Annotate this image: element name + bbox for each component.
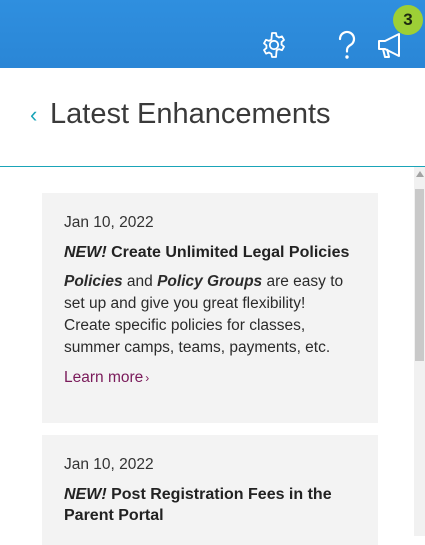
learn-more-link[interactable]: Learn more › <box>64 369 149 387</box>
notification-badge[interactable]: 3 <box>393 5 423 35</box>
entry-heading: NEW! Create Unlimited Legal Policies <box>64 242 356 263</box>
scroll-up-arrow-icon[interactable] <box>416 171 424 177</box>
top-bar: 3 <box>0 0 425 68</box>
back-chevron-icon[interactable]: ‹ <box>30 104 37 126</box>
body-text: and <box>122 273 158 290</box>
chevron-right-icon: › <box>145 371 150 385</box>
entry-body: Policies and Policy Groups are easy to s… <box>64 271 356 359</box>
entry-title: Create Unlimited Legal Policies <box>111 244 350 261</box>
enhancement-card: Jan 10, 2022 NEW! Post Registration Fees… <box>42 435 378 545</box>
new-tag: NEW! <box>64 244 107 261</box>
scrollbar[interactable] <box>414 167 425 536</box>
entry-date: Jan 10, 2022 <box>64 214 154 231</box>
help-icon[interactable] <box>330 28 364 62</box>
body-emphasis: Policies <box>64 273 123 290</box>
new-tag: NEW! <box>64 486 107 503</box>
body-emphasis: Policy Groups <box>157 273 263 290</box>
page-title: Latest Enhancements <box>50 98 331 130</box>
entry-heading: NEW! Post Registration Fees in the Paren… <box>64 484 356 526</box>
gear-icon[interactable] <box>257 28 291 62</box>
entry-date: Jan 10, 2022 <box>64 456 154 473</box>
learn-more-label: Learn more <box>64 369 144 386</box>
scroll-thumb[interactable] <box>415 189 424 361</box>
enhancement-card: Jan 10, 2022 NEW! Create Unlimited Legal… <box>42 193 378 423</box>
